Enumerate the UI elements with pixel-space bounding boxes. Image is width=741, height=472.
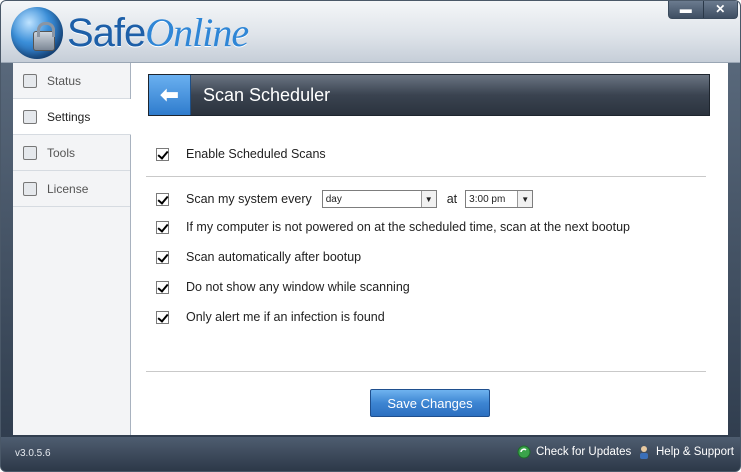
logo-online-text: Online — [145, 10, 249, 55]
close-button[interactable]: ✕ — [702, 1, 738, 18]
sidebar-item-label: Tools — [47, 145, 76, 160]
chevron-down-icon: ▼ — [517, 191, 533, 207]
section-header: ⬅ Scan Scheduler — [148, 74, 710, 116]
logo-safe-text: Safe — [67, 11, 146, 55]
sidebar-item-label: License — [47, 181, 89, 196]
minimize-button[interactable]: ▬ — [669, 1, 703, 18]
app-logo: SafeOnline — [67, 9, 249, 56]
no-window-label: Do not show any window while scanning — [186, 280, 410, 294]
sidebar-item-label: Settings — [47, 109, 91, 124]
frequency-value: day — [325, 193, 342, 205]
scan-every-label: Scan my system every — [186, 192, 312, 206]
option-after-bootup: Scan automatically after bootup — [156, 250, 361, 264]
checkmark-icon — [23, 73, 37, 88]
option-enable-scheduled: Enable Scheduled Scans — [156, 147, 326, 161]
sidebar-item-status[interactable]: Status — [13, 63, 130, 99]
check-updates-label: Check for Updates — [536, 446, 632, 458]
sidebar: Status Settings Tools License — [13, 63, 131, 435]
alert-infection-checkbox[interactable] — [156, 310, 169, 324]
chevron-down-icon: ▼ — [420, 191, 436, 207]
time-select[interactable]: 3:00 pm ▼ — [465, 190, 534, 208]
help-support-link[interactable]: Help & Support — [637, 445, 734, 459]
scan-every-checkbox[interactable] — [156, 192, 169, 206]
page-title: Scan Scheduler — [203, 84, 331, 105]
lock-icon — [33, 22, 55, 51]
sidebar-item-license[interactable]: License — [13, 171, 130, 207]
main-panel: ⬅ Scan Scheduler Enable Scheduled Scans … — [131, 63, 728, 435]
divider — [146, 176, 706, 177]
check-updates-link[interactable]: Check for Updates — [517, 445, 631, 459]
toolbox-icon — [23, 145, 37, 160]
document-icon — [23, 181, 37, 196]
enable-scheduled-checkbox[interactable] — [156, 147, 169, 161]
app-window: SafeOnline ▬ ✕ Status Settings Tools Lic… — [0, 0, 741, 472]
sidebar-item-tools[interactable]: Tools — [13, 135, 130, 171]
time-value: 3:00 pm — [469, 193, 506, 205]
after-bootup-checkbox[interactable] — [156, 250, 169, 264]
option-alert-infection: Only alert me if an infection is found — [156, 310, 385, 324]
back-arrow-icon[interactable]: ⬅ — [149, 75, 191, 115]
option-next-bootup: If my computer is not powered on at the … — [156, 220, 630, 234]
sidebar-item-settings[interactable]: Settings — [13, 99, 131, 135]
option-scan-every: Scan my system every day ▼ at 3:00 pm ▼ — [156, 190, 534, 208]
version-label: v3.0.5.6 — [15, 448, 51, 459]
save-changes-button[interactable]: Save Changes — [370, 389, 490, 417]
refresh-globe-icon — [517, 445, 531, 459]
frequency-select[interactable]: day ▼ — [321, 190, 437, 208]
divider — [146, 371, 706, 372]
title-bar: SafeOnline ▬ ✕ — [1, 1, 740, 63]
at-label: at — [446, 192, 458, 206]
person-icon — [640, 446, 648, 459]
next-bootup-label: If my computer is not powered on at the … — [186, 220, 631, 234]
after-bootup-label: Scan automatically after bootup — [186, 250, 362, 264]
no-window-checkbox[interactable] — [156, 280, 169, 294]
next-bootup-checkbox[interactable] — [156, 220, 169, 234]
enable-scheduled-label: Enable Scheduled Scans — [186, 147, 326, 161]
footer-bar: v3.0.5.6 Check for Updates Help & Suppor… — [1, 437, 740, 471]
help-support-label: Help & Support — [656, 446, 734, 458]
alert-infection-label: Only alert me if an infection is found — [186, 310, 385, 324]
sidebar-item-label: Status — [47, 73, 82, 88]
floppy-disk-icon — [23, 109, 37, 124]
window-controls: ▬ ✕ — [668, 1, 738, 19]
option-no-window: Do not show any window while scanning — [156, 280, 410, 294]
